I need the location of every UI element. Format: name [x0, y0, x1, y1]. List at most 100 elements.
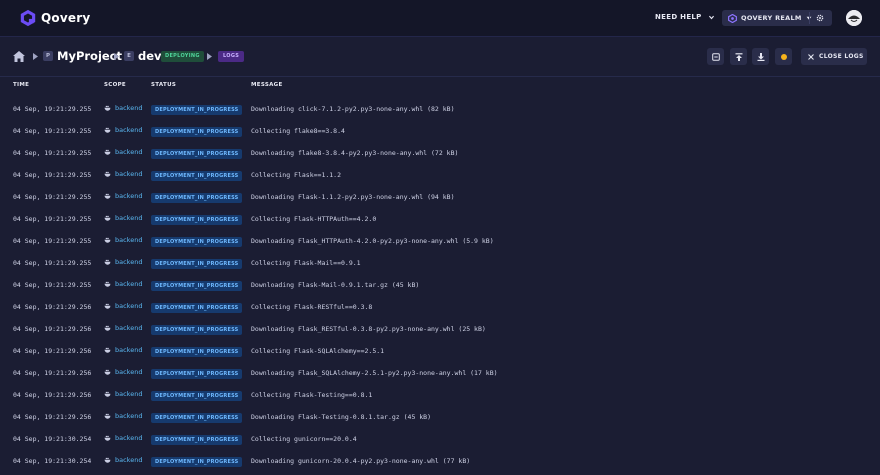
log-time: 04 Sep, 19:21:29.255: [13, 193, 92, 201]
user-avatar[interactable]: [846, 10, 862, 26]
status-badge: DEPLOYMENT_IN_PROGRESS: [151, 237, 243, 247]
docker-whale-icon: [104, 105, 111, 111]
status-badge: DEPLOYMENT_IN_PROGRESS: [151, 281, 243, 291]
close-logs-button[interactable]: CLOSE LOGS: [801, 48, 867, 65]
status-badge: DEPLOYMENT_IN_PROGRESS: [151, 149, 243, 159]
log-time: 04 Sep, 19:21:29.255: [13, 281, 92, 289]
app-logo[interactable]: Qovery: [19, 9, 90, 27]
gear-icon[interactable]: [816, 14, 824, 22]
avatar-image-icon: [846, 10, 862, 26]
table-row: 04 Sep, 19:21:30.254 backend DEPLOYMENT_IN…: [0, 451, 880, 473]
chevron-right-icon: [207, 53, 212, 60]
log-scope-label: backend: [115, 214, 143, 222]
log-time: 04 Sep, 19:21:29.256: [13, 391, 92, 399]
log-scope[interactable]: backend: [104, 148, 142, 156]
table-row: 04 Sep, 19:21:29.255 backend DEPLOYMENT_IN…: [0, 99, 880, 121]
log-scope-label: backend: [115, 302, 143, 310]
docker-whale-icon: [104, 127, 111, 133]
docker-whale-icon: [104, 303, 111, 309]
log-message: Downloading Flask-1.1.2-py2.py3-none-any…: [251, 193, 455, 201]
log-scope[interactable]: backend: [104, 104, 142, 112]
log-message: Downloading Flask_SQLAlchemy-2.5.1-py2.p…: [251, 369, 498, 377]
log-time: 04 Sep, 19:21:29.255: [13, 215, 92, 223]
log-scope-label: backend: [115, 170, 143, 178]
log-time: 04 Sep, 19:21:29.255: [13, 171, 92, 179]
log-scope[interactable]: backend: [104, 324, 142, 332]
log-message: Collecting Flask-HTTPAuth==4.2.0: [251, 215, 377, 223]
log-scope[interactable]: backend: [104, 412, 142, 420]
table-row: 04 Sep, 19:21:29.256 backend DEPLOYMENT_IN…: [0, 363, 880, 385]
log-message: Downloading Flask-Testing-0.8.1.tar.gz (…: [251, 413, 432, 421]
log-scope-label: backend: [115, 280, 143, 288]
log-scope[interactable]: backend: [104, 280, 142, 288]
log-scope[interactable]: backend: [104, 236, 142, 244]
log-time: 04 Sep, 19:21:29.256: [13, 325, 92, 333]
log-scope[interactable]: backend: [104, 434, 142, 442]
realm-icon: [728, 13, 737, 23]
log-scope[interactable]: backend: [104, 390, 142, 398]
docker-whale-icon: [104, 193, 111, 199]
status-badge: DEPLOYMENT_IN_PROGRESS: [151, 391, 243, 401]
table-row: 04 Sep, 19:21:29.255 backend DEPLOYMENT_IN…: [0, 187, 880, 209]
log-scope-label: backend: [115, 456, 143, 464]
log-message: Downloading Flask_HTTPAuth-4.2.0-py2.py3…: [251, 237, 494, 245]
log-message: Collecting Flask-SQLAlchemy==2.5.1: [251, 347, 385, 355]
table-row: 04 Sep, 19:21:29.255 backend DEPLOYMENT_IN…: [0, 121, 880, 143]
download-logs-button[interactable]: [752, 48, 769, 65]
log-time: 04 Sep, 19:21:29.255: [13, 149, 92, 157]
log-scope[interactable]: backend: [104, 346, 142, 354]
log-scope-label: backend: [115, 148, 143, 156]
status-badge: DEPLOYMENT_IN_PROGRESS: [151, 303, 243, 313]
table-row: 04 Sep, 19:21:29.256 backend DEPLOYMENT_IN…: [0, 341, 880, 363]
docker-whale-icon: [104, 259, 111, 265]
log-scope[interactable]: backend: [104, 192, 142, 200]
qovery-logo-icon: [20, 9, 36, 27]
breadcrumb-project[interactable]: MyProject: [57, 49, 122, 63]
log-message: Downloading Flask_RESTful-0.3.8-py2.py3-…: [251, 325, 486, 333]
log-message: Collecting Flask-RESTful==0.3.8: [251, 303, 373, 311]
column-header-message: MESSAGE: [251, 82, 283, 88]
log-message: Collecting Flask==1.1.2: [251, 171, 342, 179]
home-icon[interactable]: [13, 51, 25, 62]
breadcrumb-logs[interactable]: LOGS: [218, 51, 245, 62]
chevron-right-icon: [114, 53, 119, 60]
deployment-status-badge: DEPLOYING: [161, 51, 204, 62]
organization-name: QOVERY REALM: [741, 14, 802, 22]
need-help-menu[interactable]: NEED HELP: [655, 13, 715, 21]
need-help-label: NEED HELP: [655, 13, 702, 21]
table-row: 04 Sep, 19:21:29.255 backend DEPLOYMENT_IN…: [0, 275, 880, 297]
column-header-time: TIME: [13, 82, 30, 88]
download-icon: [757, 52, 764, 61]
log-scope[interactable]: backend: [104, 258, 142, 266]
project-tag-icon: P: [43, 51, 53, 61]
live-status-button[interactable]: [775, 48, 792, 65]
log-message: Downloading click-7.1.2-py2.py3-none-any…: [251, 105, 455, 113]
log-time: 04 Sep, 19:21:29.256: [13, 369, 92, 377]
organization-selector[interactable]: QOVERY REALM: [722, 10, 832, 26]
docker-whale-icon: [104, 171, 111, 177]
docker-whale-icon: [104, 413, 111, 419]
log-scope-label: backend: [115, 390, 143, 398]
log-scope[interactable]: backend: [104, 368, 142, 376]
log-scope-label: backend: [115, 236, 143, 244]
log-message: Downloading gunicorn-20.0.4-py2.py3-none…: [251, 457, 471, 465]
table-row: 04 Sep, 19:21:29.255 backend DEPLOYMENT_IN…: [0, 209, 880, 231]
breadcrumb-environment[interactable]: dev: [138, 49, 162, 63]
status-badge: DEPLOYMENT_IN_PROGRESS: [151, 215, 243, 225]
app-name: Qovery: [41, 11, 91, 25]
status-badge: DEPLOYMENT_IN_PROGRESS: [151, 193, 243, 203]
collapse-button[interactable]: [707, 48, 724, 65]
docker-whale-icon: [104, 435, 111, 441]
log-scope[interactable]: backend: [104, 214, 142, 222]
column-header-status: STATUS: [151, 82, 177, 88]
scroll-to-top-button[interactable]: [730, 48, 747, 65]
log-scope[interactable]: backend: [104, 456, 142, 464]
status-badge: DEPLOYMENT_IN_PROGRESS: [151, 347, 243, 357]
docker-whale-icon: [104, 215, 111, 221]
status-badge: DEPLOYMENT_IN_PROGRESS: [151, 259, 243, 269]
log-scope[interactable]: backend: [104, 170, 142, 178]
log-scope[interactable]: backend: [104, 126, 142, 134]
close-logs-label: CLOSE LOGS: [819, 53, 864, 60]
log-scope[interactable]: backend: [104, 302, 142, 310]
log-time: 04 Sep, 19:21:30.254: [13, 435, 92, 443]
